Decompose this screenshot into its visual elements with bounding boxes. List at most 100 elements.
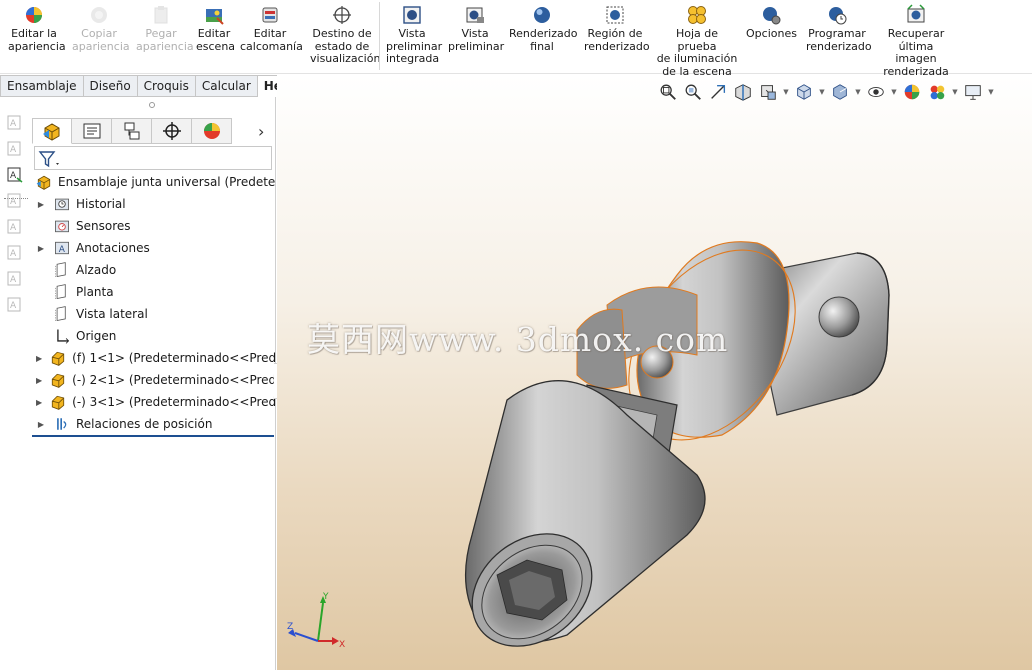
universal-joint-model[interactable] bbox=[447, 235, 1007, 665]
view-settings-button[interactable] bbox=[962, 82, 984, 102]
previous-view-button[interactable] bbox=[707, 82, 729, 102]
tree-filter-bar[interactable] bbox=[34, 146, 272, 170]
note-icon[interactable]: A bbox=[6, 114, 24, 132]
zoom-to-fit-button[interactable] bbox=[657, 82, 679, 102]
tab-calcular[interactable]: Calcular bbox=[195, 75, 258, 97]
dropdown-arrow-icon[interactable]: ▼ bbox=[951, 88, 959, 96]
render-region-button[interactable]: Región de renderizado bbox=[584, 4, 650, 53]
svg-text:A: A bbox=[10, 171, 17, 181]
copy-appearance-icon bbox=[91, 7, 107, 23]
ribbon-separator bbox=[379, 2, 380, 70]
dropdown-arrow-icon[interactable]: ▼ bbox=[987, 88, 995, 96]
stacked-balloon-icon[interactable]: A bbox=[6, 192, 24, 210]
options-button[interactable]: Opciones bbox=[746, 4, 797, 41]
scene-illumination-proof-button[interactable]: Hoja de prueba de iluminación de la esce… bbox=[656, 4, 738, 78]
tree-item-label: Origen bbox=[76, 329, 117, 343]
zoom-to-fit-icon bbox=[660, 84, 676, 100]
ribbon-button-label: Opciones bbox=[746, 27, 797, 40]
history-folder-icon bbox=[52, 195, 72, 213]
dimxpert-tab[interactable] bbox=[152, 118, 192, 144]
triad-z-label: Z bbox=[287, 622, 293, 632]
apply-scene-button[interactable] bbox=[926, 82, 948, 102]
part-icon bbox=[48, 371, 68, 389]
svg-text:A: A bbox=[10, 145, 17, 155]
hide-show-items-icon bbox=[868, 87, 884, 97]
hole-callout-icon[interactable]: A bbox=[6, 270, 24, 288]
tab-scroll-right-icon[interactable]: › bbox=[258, 122, 264, 141]
recall-last-render-button[interactable]: Recuperar última imagen renderizada bbox=[878, 4, 954, 78]
balloon-icon[interactable]: A bbox=[6, 166, 24, 184]
paste-appearance-button[interactable]: Pegar apariencia bbox=[136, 4, 194, 53]
origin-icon bbox=[57, 329, 70, 344]
tree-item[interactable]: ▶ (-) 2<1> (Predeterminado<<Predeterminad… bbox=[30, 369, 276, 391]
tree-item[interactable]: Sensores bbox=[30, 215, 276, 237]
display-style-button[interactable] bbox=[829, 82, 851, 102]
display-manager-tab-icon bbox=[203, 123, 220, 139]
zoom-to-area-button[interactable] bbox=[682, 82, 704, 102]
tree-item[interactable]: Planta bbox=[30, 281, 276, 303]
tree-item[interactable]: ▶ Historial bbox=[30, 193, 276, 215]
copy-appearance-button[interactable]: Copiar apariencia bbox=[72, 4, 130, 53]
schedule-render-button[interactable]: Programar renderizado bbox=[806, 4, 872, 53]
surface-finish-icon[interactable]: A bbox=[6, 218, 24, 236]
preview-window-button[interactable]: Vista preliminar bbox=[448, 4, 504, 53]
expand-arrow-icon[interactable]: ▶ bbox=[36, 354, 42, 363]
svg-text:A: A bbox=[10, 119, 17, 129]
property-manager-tab[interactable] bbox=[72, 118, 112, 144]
graphics-area[interactable]: ▼ ▼ ▼ ▼ ▼ ▼ 莫西网www. 3dmox. com Y Z X bbox=[277, 75, 1032, 670]
tree-item[interactable]: Alzado bbox=[30, 259, 276, 281]
expand-arrow-icon[interactable]: ▶ bbox=[36, 420, 46, 429]
dropdown-arrow-icon[interactable]: ▼ bbox=[782, 88, 790, 96]
configuration-manager-tab[interactable] bbox=[112, 118, 152, 144]
expand-arrow-icon[interactable]: ▶ bbox=[36, 398, 42, 407]
edit-appearance-button[interactable] bbox=[901, 82, 923, 102]
view-orientation-button[interactable] bbox=[793, 82, 815, 102]
tree-item[interactable]: ▶ Relaciones de posición bbox=[30, 413, 276, 435]
apply-scene-icon bbox=[930, 85, 945, 100]
feature-manager-tab[interactable] bbox=[32, 118, 72, 144]
tab-croquis[interactable]: Croquis bbox=[137, 75, 196, 97]
display-state-target-button[interactable]: Destino de estado de visualización bbox=[310, 4, 380, 66]
svg-text:A: A bbox=[10, 197, 17, 207]
ribbon-button-label: Programar renderizado bbox=[806, 27, 872, 53]
edit-appearance-button[interactable]: Editar la apariencia bbox=[8, 4, 66, 53]
ribbon-button-label: Copiar apariencia bbox=[72, 27, 130, 53]
panel-resize-grip[interactable] bbox=[149, 102, 155, 108]
tree-item[interactable]: ▶ (f) 1<1> (Predeterminado<<Predeterminad… bbox=[30, 347, 276, 369]
edit-appearance-icon bbox=[904, 84, 920, 100]
integrated-preview-icon bbox=[403, 6, 421, 24]
ribbon-button-label: Pegar apariencia bbox=[136, 27, 194, 53]
rollback-bar[interactable] bbox=[32, 435, 274, 437]
tree-item[interactable]: ▶ (-) 3<1> (Predeterminado<<Predeterminad… bbox=[30, 391, 276, 413]
section-view-button[interactable] bbox=[732, 82, 754, 102]
tree-item[interactable]: Origen bbox=[30, 325, 276, 347]
feature-manager-tabs bbox=[32, 118, 232, 144]
tab-diseño[interactable]: Diseño bbox=[83, 75, 138, 97]
tree-item-label: Ensamblaje junta universal (Predetermina… bbox=[58, 175, 276, 189]
heads-up-view-toolbar: ▼ ▼ ▼ ▼ ▼ ▼ bbox=[657, 81, 995, 103]
tree-item[interactable]: ▶ A Anotaciones bbox=[30, 237, 276, 259]
preview-window-icon bbox=[466, 7, 484, 23]
edit-scene-button[interactable]: Editar escena bbox=[196, 4, 235, 53]
expand-arrow-icon[interactable]: ▶ bbox=[36, 200, 46, 209]
tree-root-assembly[interactable]: Ensamblaje junta universal (Predetermina… bbox=[30, 171, 276, 193]
expand-arrow-icon[interactable]: ▶ bbox=[36, 244, 46, 253]
filter-icon[interactable] bbox=[38, 149, 62, 169]
reference-triad: Y Z X bbox=[287, 592, 345, 650]
tree-item[interactable]: Vista lateral bbox=[30, 303, 276, 325]
integrated-preview-button[interactable]: Vista preliminar integrada bbox=[386, 4, 442, 66]
dropdown-arrow-icon[interactable]: ▼ bbox=[890, 88, 898, 96]
dropdown-arrow-icon[interactable]: ▼ bbox=[818, 88, 826, 96]
final-render-button[interactable]: Renderizado final bbox=[509, 4, 577, 53]
tree-item-label: Historial bbox=[76, 197, 126, 211]
datum-icon[interactable]: A bbox=[6, 296, 24, 314]
expand-arrow-icon[interactable]: ▶ bbox=[36, 376, 42, 385]
dropdown-arrow-icon[interactable]: ▼ bbox=[854, 88, 862, 96]
hide-show-items-button[interactable] bbox=[865, 82, 887, 102]
auto-balloon-icon[interactable]: A bbox=[6, 140, 24, 158]
display-manager-tab[interactable] bbox=[192, 118, 232, 144]
dynamic-annotation-view-button[interactable] bbox=[757, 82, 779, 102]
tab-ensamblaje[interactable]: Ensamblaje bbox=[0, 75, 84, 97]
edit-decal-button[interactable]: Editar calcomanía bbox=[240, 4, 303, 53]
weld-symbol-icon[interactable]: A bbox=[6, 244, 24, 262]
